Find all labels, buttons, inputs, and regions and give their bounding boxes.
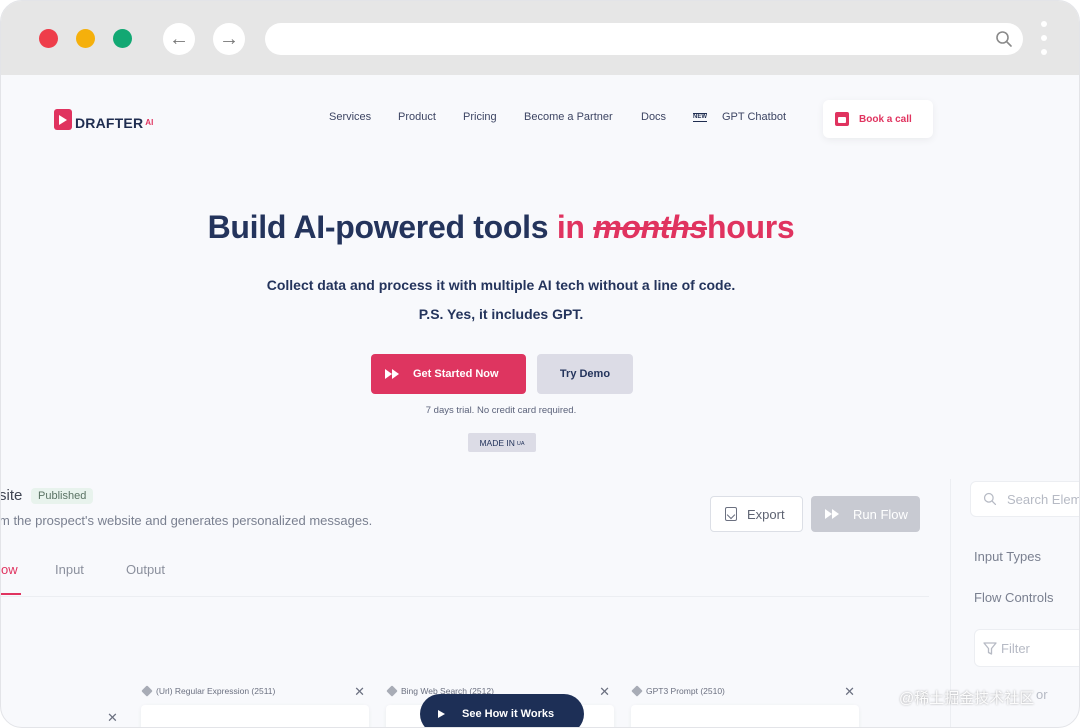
export-button[interactable]: Export bbox=[710, 496, 803, 532]
hero-title: Build AI-powered tools in monthshours bbox=[1, 209, 1001, 246]
status-badge: Published bbox=[31, 488, 94, 504]
more-options-icon[interactable] bbox=[1040, 21, 1048, 55]
hero-title-struck: months bbox=[593, 209, 708, 245]
hero-title-main: Build AI-powered tools bbox=[207, 209, 549, 245]
filter-input[interactable]: Filter bbox=[974, 629, 1079, 667]
trial-note: 7 days trial. No credit card required. bbox=[425, 405, 577, 416]
book-call-button[interactable]: Book a call bbox=[823, 100, 933, 138]
close-icon[interactable]: ✕ bbox=[107, 710, 118, 726]
watermark: @稀土掘金技术社区 bbox=[899, 690, 1035, 707]
node-label: GPT3 Prompt (2510) bbox=[646, 686, 725, 696]
tab-input[interactable]: Input bbox=[55, 562, 84, 577]
close-icon[interactable]: ✕ bbox=[599, 684, 610, 700]
try-demo-label: Try Demo bbox=[559, 368, 611, 380]
tag-icon bbox=[631, 685, 643, 697]
close-icon[interactable]: ✕ bbox=[844, 684, 855, 700]
get-started-label: Get Started Now bbox=[413, 368, 499, 380]
close-window-button[interactable] bbox=[39, 29, 58, 48]
search-icon bbox=[983, 492, 997, 506]
flow-node[interactable]: GPT3 Prompt (2510) ✕ bbox=[631, 681, 859, 727]
tab-divider bbox=[1, 596, 929, 597]
calendar-icon bbox=[835, 112, 849, 126]
hero-subtitle-1: Collect data and process it with multipl… bbox=[266, 277, 736, 293]
filter-placeholder: Filter bbox=[1001, 640, 1030, 656]
made-in-badge: MADE IN UA bbox=[468, 433, 536, 452]
node-body[interactable] bbox=[631, 705, 859, 727]
side-heading-flow-controls[interactable]: Flow Controls bbox=[974, 590, 1053, 605]
play-icon bbox=[438, 710, 445, 718]
browser-window: ← → DRAFTER AI Services Product Pricing … bbox=[0, 0, 1080, 728]
filter-icon bbox=[983, 641, 997, 655]
fast-forward-icon bbox=[825, 509, 841, 519]
arrow-left-icon: ← bbox=[169, 28, 189, 50]
maximize-window-button[interactable] bbox=[113, 29, 132, 48]
see-how-label: See How it Works bbox=[462, 708, 555, 720]
nav-pricing[interactable]: Pricing bbox=[463, 111, 497, 123]
forward-button[interactable]: → bbox=[213, 23, 245, 55]
element-search-input[interactable]: Search Elem bbox=[970, 481, 1080, 517]
flow-title: site bbox=[0, 487, 23, 504]
node-body[interactable] bbox=[141, 705, 369, 727]
tag-icon bbox=[141, 685, 153, 697]
node-header: (Url) Regular Expression (2511) ✕ bbox=[141, 681, 369, 701]
flow-description: m the prospect's website and generates p… bbox=[0, 513, 373, 528]
nav-gpt-chatbot[interactable]: GPT Chatbot bbox=[722, 111, 786, 123]
flow-node[interactable]: (Url) Regular Expression (2511) ✕ bbox=[141, 681, 369, 727]
node-header: GPT3 Prompt (2510) ✕ bbox=[631, 681, 859, 701]
active-tab-indicator bbox=[1, 593, 21, 595]
fast-forward-icon bbox=[385, 369, 401, 379]
logo-text: DRAFTER bbox=[75, 115, 144, 131]
run-flow-label: Run Flow bbox=[853, 506, 908, 522]
tab-output[interactable]: Output bbox=[126, 562, 165, 577]
run-flow-button[interactable]: Run Flow bbox=[811, 496, 920, 532]
try-demo-button[interactable]: Try Demo bbox=[537, 354, 633, 394]
made-in-country: UA bbox=[516, 440, 525, 447]
browser-toolbar: ← → bbox=[1, 1, 1079, 75]
logo-icon bbox=[54, 108, 72, 130]
hero-title-in: in bbox=[556, 209, 585, 245]
hero-title-end: hours bbox=[707, 209, 795, 245]
hero-subtitle-2: P.S. Yes, it includes GPT. bbox=[418, 306, 584, 322]
tag-icon bbox=[386, 685, 398, 697]
back-button[interactable]: ← bbox=[163, 23, 195, 55]
nav-product[interactable]: Product bbox=[398, 111, 436, 123]
nav-become-partner[interactable]: Become a Partner bbox=[524, 111, 613, 123]
address-bar[interactable] bbox=[265, 23, 1023, 55]
nav-services[interactable]: Services bbox=[329, 111, 371, 123]
export-label: Export bbox=[747, 506, 785, 522]
drafter-logo[interactable]: DRAFTER AI bbox=[54, 107, 153, 131]
book-call-label: Book a call bbox=[859, 113, 912, 125]
new-badge: NEW bbox=[693, 113, 707, 122]
node-label: (Url) Regular Expression (2511) bbox=[156, 686, 276, 696]
get-started-button[interactable]: Get Started Now bbox=[371, 354, 526, 394]
minimize-window-button[interactable] bbox=[76, 29, 95, 48]
arrow-right-icon: → bbox=[219, 28, 239, 50]
side-item[interactable]: or bbox=[1036, 687, 1048, 702]
export-icon bbox=[725, 507, 737, 521]
logo-ai-text: AI bbox=[145, 117, 154, 127]
tab-flow[interactable]: ow bbox=[1, 562, 18, 577]
element-search-placeholder: Search Elem bbox=[1007, 491, 1080, 507]
see-how-it-works-button[interactable]: See How it Works bbox=[420, 694, 584, 727]
close-icon[interactable]: ✕ bbox=[354, 684, 365, 700]
side-heading-input-types[interactable]: Input Types bbox=[974, 549, 1041, 564]
nav-docs[interactable]: Docs bbox=[641, 111, 666, 123]
made-in-label: MADE IN bbox=[479, 437, 515, 448]
search-icon[interactable] bbox=[995, 30, 1013, 48]
